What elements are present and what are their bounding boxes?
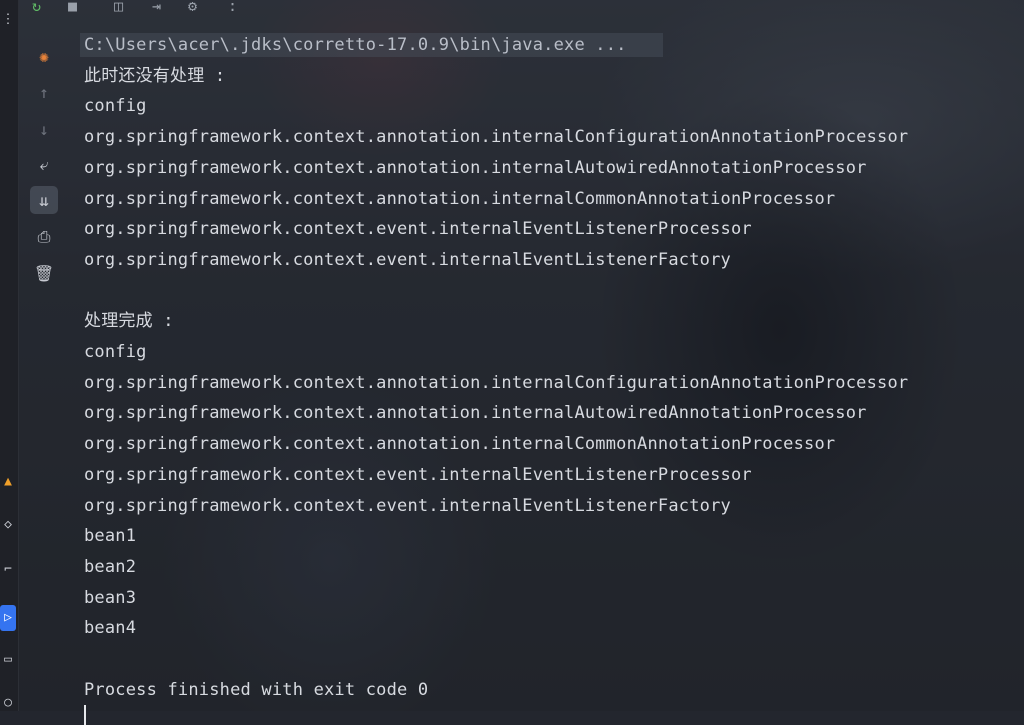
console-line[interactable]: org.springframework.context.annotation.i…: [84, 432, 835, 456]
export-icon[interactable]: ⇥: [152, 0, 161, 16]
settings-icon[interactable]: ⚙: [188, 0, 197, 16]
more-icon[interactable]: :: [228, 0, 237, 16]
debug-icon[interactable]: ✺: [30, 42, 58, 70]
console-line[interactable]: bean3: [84, 586, 136, 610]
console-line[interactable]: org.springframework.context.annotation.i…: [84, 125, 908, 149]
console-line[interactable]: config: [84, 340, 147, 364]
stop-icon[interactable]: ■: [68, 0, 77, 16]
text-cursor: [84, 705, 86, 725]
problems-icon[interactable]: ○: [0, 693, 16, 713]
soft-wrap-icon[interactable]: ⤶: [30, 151, 58, 179]
run-toolbar: ↻ ■ ◫ ⇥ ⚙ :: [18, 0, 1024, 18]
arrow-down-icon[interactable]: ↓: [30, 115, 58, 143]
arrow-up-icon[interactable]: ↑: [30, 78, 58, 106]
console-line[interactable]: org.springframework.context.annotation.i…: [84, 371, 908, 395]
print-icon[interactable]: ⎙: [30, 223, 58, 251]
build-icon[interactable]: ⌐: [0, 560, 16, 580]
terminal-icon[interactable]: ▭: [0, 650, 16, 670]
console-line[interactable]: org.springframework.context.annotation.i…: [84, 156, 867, 180]
console-line[interactable]: bean1: [84, 524, 136, 548]
console-line[interactable]: org.springframework.context.event.intern…: [84, 463, 752, 487]
console-line[interactable]: 此时还没有处理 :: [84, 64, 225, 88]
console-line[interactable]: bean4: [84, 616, 136, 640]
console-line[interactable]: org.springframework.context.event.intern…: [84, 217, 752, 241]
console-line[interactable]: org.springframework.context.event.intern…: [84, 248, 731, 272]
command-line[interactable]: C:\Users\acer\.jdks\corretto-17.0.9\bin\…: [84, 33, 627, 57]
tool-window-strip: ⋮ ▲ ◇ ⌐ ▷ ▭ ○: [0, 0, 19, 711]
console-line[interactable]: org.springframework.context.event.intern…: [84, 494, 731, 518]
rerun-icon[interactable]: ↻: [32, 0, 41, 16]
trash-icon[interactable]: 🗑: [30, 259, 58, 287]
camera-icon[interactable]: ◫: [114, 0, 123, 16]
git-icon[interactable]: ◇: [0, 515, 16, 535]
console-line[interactable]: 处理完成 :: [84, 309, 174, 333]
console-output[interactable]: C:\Users\acer\.jdks\corretto-17.0.9\bin\…: [80, 33, 1024, 725]
console-line[interactable]: bean2: [84, 555, 136, 579]
console-line[interactable]: org.springframework.context.annotation.i…: [84, 401, 867, 425]
plugin-icon[interactable]: ▲: [0, 472, 16, 492]
run-icon[interactable]: ▷: [0, 605, 16, 631]
console-line[interactable]: Process finished with exit code 0: [84, 678, 428, 702]
console-line[interactable]: org.springframework.context.annotation.i…: [84, 187, 835, 211]
console-line[interactable]: config: [84, 94, 147, 118]
scroll-to-end-icon[interactable]: ⇊: [30, 186, 58, 214]
more-vertical-icon[interactable]: ⋮: [0, 10, 16, 30]
